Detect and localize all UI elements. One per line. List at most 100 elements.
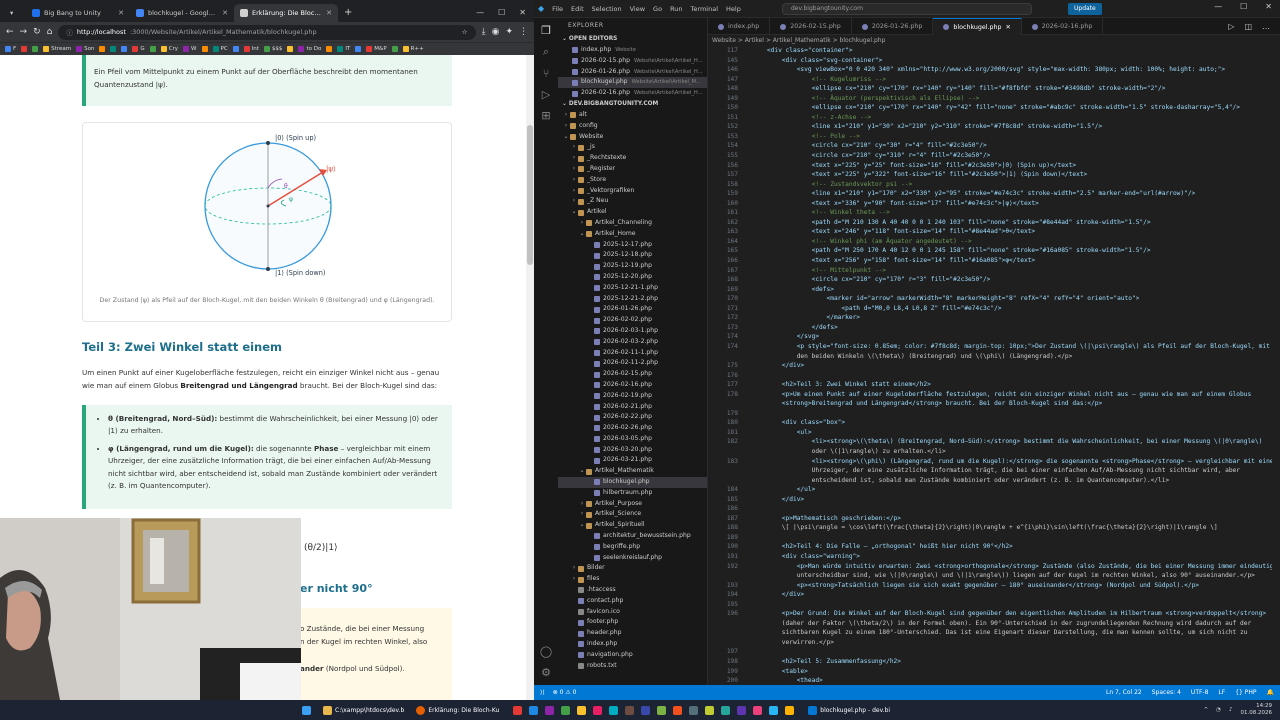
taskbar-explorer[interactable]: C:\xampp\htdocs\dev.b [317, 700, 410, 720]
bookmark-item[interactable]: IT [337, 46, 350, 52]
tray-chevron-icon[interactable]: ^ [1204, 707, 1209, 713]
file-item[interactable]: robots.txt [558, 661, 707, 672]
bookmark-item[interactable] [32, 46, 39, 52]
file-item[interactable]: 2025-12-21-1.php [558, 283, 707, 294]
taskbar-app-icon[interactable] [721, 705, 731, 715]
close-window-icon[interactable]: ✕ [1265, 2, 1272, 11]
taskbar-app-icon[interactable] [737, 705, 747, 715]
page-scrollbar[interactable] [526, 55, 534, 700]
bookmark-item[interactable]: W [183, 46, 197, 52]
bookmark-item[interactable]: R++ [402, 46, 424, 52]
bookmark-item[interactable] [391, 46, 398, 52]
extensions-icon[interactable]: ⊞ [541, 109, 550, 122]
file-item[interactable]: favicon.ico [558, 607, 707, 618]
bookmark-item[interactable] [121, 46, 128, 52]
folder-item[interactable]: › _Vektorgrafiken [558, 186, 707, 197]
reload-icon[interactable]: ↻ [33, 27, 41, 37]
folder-item[interactable]: › Artikel_Channeling [558, 218, 707, 229]
network-icon[interactable]: ◔ [1216, 707, 1221, 713]
clock[interactable]: 14:29 01.08.2026 [1241, 703, 1273, 717]
folder-item[interactable]: ⌄ Artikel_Spirituell [558, 520, 707, 531]
folder-item[interactable]: › _Rechtstexte [558, 153, 707, 164]
windows-start-icon[interactable] [0, 700, 317, 720]
file-item[interactable]: hilbertraum.php [558, 488, 707, 499]
menu-edit[interactable]: Edit [571, 5, 584, 13]
taskbar-app-icon[interactable] [513, 705, 523, 715]
bookmark-item[interactable]: G [132, 46, 145, 52]
editor-tab[interactable]: 2026-02-15.php [770, 18, 852, 35]
taskbar-app-icon[interactable] [593, 705, 603, 715]
folder-item[interactable]: ⌄ Website [558, 132, 707, 143]
editor-tab[interactable]: blochkugel.php ✕ [933, 18, 1022, 35]
file-item[interactable]: 2026-02-03-1.php [558, 326, 707, 337]
browser-tab-menu[interactable]: ▾ [4, 4, 26, 22]
maximize-icon[interactable]: ☐ [1240, 2, 1247, 11]
file-item[interactable]: seelenkreislauf.php [558, 553, 707, 564]
code-editor[interactable]: 117 <div class="container"> 145 <div clas… [708, 46, 1280, 685]
editor-scrollbar[interactable] [1272, 46, 1280, 685]
close-tab-icon[interactable]: ✕ [118, 9, 124, 17]
menu-go[interactable]: Go [653, 5, 662, 13]
run-icon[interactable]: ▷ [1228, 22, 1234, 31]
update-button[interactable]: Update [1068, 3, 1102, 15]
project-section[interactable]: ⌄ DEV.BIGBANGTOUNITY.COM [558, 99, 707, 110]
minimize-icon[interactable]: — [1214, 2, 1222, 11]
encoding[interactable]: UTF-8 [1191, 689, 1209, 696]
close-window-icon[interactable]: ✕ [519, 8, 526, 17]
close-tab-icon[interactable]: ✕ [326, 9, 332, 17]
maximize-icon[interactable]: ☐ [498, 8, 505, 17]
file-item[interactable]: 2025-12-18.php [558, 250, 707, 261]
folder-item[interactable]: › Bilder [558, 563, 707, 574]
bookmark-item[interactable] [201, 46, 208, 52]
file-item[interactable]: 2026-02-22.php [558, 412, 707, 423]
file-item[interactable]: index.php [558, 639, 707, 650]
line-ending[interactable]: LF [1218, 689, 1225, 696]
taskbar-app-icon[interactable] [561, 705, 571, 715]
folder-item[interactable]: ⌄ Artikel_Mathematik [558, 466, 707, 477]
file-item[interactable]: 2026-03-20.php [558, 445, 707, 456]
extensions-icon[interactable]: ✦ [505, 27, 513, 37]
file-item[interactable]: 2026-03-05.php [558, 434, 707, 445]
back-icon[interactable]: ← [6, 27, 14, 37]
taskbar-app-icon[interactable] [609, 705, 619, 715]
taskbar-app-icon[interactable] [705, 705, 715, 715]
home-icon[interactable]: ⌂ [47, 27, 53, 37]
bookmark-item[interactable] [21, 46, 28, 52]
browser-tab-2[interactable]: blochkugel - Google Suche ✕ [130, 4, 234, 22]
bookmark-item[interactable]: M&P [366, 46, 387, 52]
open-editor-item[interactable]: index.php Website [558, 45, 707, 56]
folder-item[interactable]: › _Register [558, 164, 707, 175]
address-bar[interactable]: ⓘ http://localhost:3000/Website/Artikel/… [58, 24, 476, 40]
bookmark-item[interactable] [99, 46, 106, 52]
folder-item[interactable]: › Artikel_Science [558, 509, 707, 520]
cursor-position[interactable]: Ln 7, Col 22 [1106, 689, 1142, 696]
taskbar-app-icon[interactable] [545, 705, 555, 715]
language-mode[interactable]: {} PHP [1235, 689, 1256, 696]
account-icon[interactable]: ◯ [540, 645, 552, 658]
remote-icon[interactable]: ⟩⟨ [540, 689, 545, 696]
browser-tab-3-active[interactable]: Erklärung: Die Bloch-Kugel ✕ [234, 4, 338, 22]
menu-file[interactable]: File [552, 5, 563, 13]
taskbar-vscode[interactable]: blochkugel.php - dev.bi [802, 700, 896, 720]
file-item[interactable]: 2026-01-26.php [558, 304, 707, 315]
bookmark-star-icon[interactable]: ☆ [462, 28, 468, 36]
file-item[interactable]: 2026-02-16.php [558, 380, 707, 391]
menu-run[interactable]: Run [670, 5, 682, 13]
download-icon[interactable]: ⤓ [482, 27, 486, 37]
problems-indicator[interactable]: ⊗ 0 ⚠ 0 [553, 689, 577, 696]
taskbar-app-icon[interactable] [641, 705, 651, 715]
notifications-icon[interactable]: 🔔 [1267, 689, 1274, 696]
bookmark-item[interactable]: PC [212, 46, 228, 52]
open-editor-item[interactable]: 2026-02-16.php Website\Artikel\Artikel_H.… [558, 88, 707, 99]
more-actions-icon[interactable]: … [1262, 22, 1270, 31]
file-item[interactable]: 2025-12-20.php [558, 272, 707, 283]
file-item[interactable]: footer.php [558, 617, 707, 628]
taskbar-app-icon[interactable] [529, 705, 539, 715]
tab-list-icon[interactable]: ▾ [10, 9, 13, 17]
command-center-search[interactable]: dev.bigbangtounity.com [782, 3, 1032, 15]
bookmark-item[interactable] [110, 46, 117, 52]
file-item[interactable]: 2026-03-21.php [558, 455, 707, 466]
bookmark-item[interactable] [232, 46, 239, 52]
taskbar-app-icon[interactable] [577, 705, 587, 715]
folder-item[interactable]: › config [558, 121, 707, 132]
